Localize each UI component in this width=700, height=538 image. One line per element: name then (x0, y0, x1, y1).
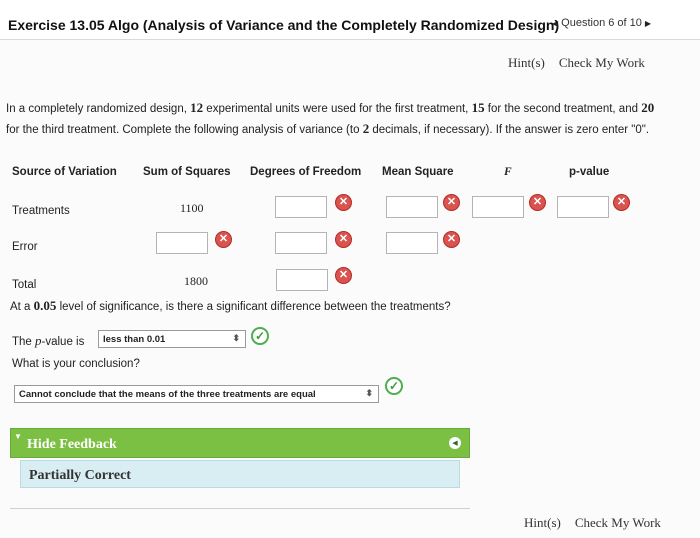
exercise-title: Exercise 13.05 Algo (Analysis of Varianc… (8, 17, 560, 33)
header-mean-square: Mean Square (382, 166, 454, 178)
treatments-df-input[interactable] (275, 196, 327, 218)
problem-text: In a completely randomized design, (6, 103, 191, 115)
error-df-input[interactable] (275, 232, 327, 254)
problem-statement: In a completely randomized design, 12 ex… (6, 98, 666, 140)
header-bar: Exercise 13.05 Algo (Analysis of Varianc… (0, 0, 700, 40)
error-ms-input[interactable] (386, 232, 438, 254)
triangle-down-icon: ▼ (14, 432, 22, 441)
check-my-work-link-top[interactable]: Check My Work (559, 55, 645, 70)
conclusion-select[interactable]: Cannot conclude that the means of the th… (14, 385, 379, 403)
incorrect-icon: ✕ (613, 194, 630, 211)
error-ss-input[interactable] (156, 232, 208, 254)
treatment3-units: 20 (641, 100, 655, 115)
feedback-status: Partially Correct (29, 468, 131, 483)
feedback-panel: Partially Correct (20, 460, 460, 488)
problem-text: decimals, if necessary). If the answer i… (369, 124, 636, 136)
hint-link-top[interactable]: Hint(s) (508, 55, 545, 70)
alpha-value: 0.05 (33, 298, 57, 313)
significance-question: At a 0.05 level of significance, is ther… (10, 298, 451, 314)
hint-link-bottom[interactable]: Hint(s) (524, 515, 561, 530)
feedback-indicator-icon: ◀ (449, 437, 461, 449)
row-label-total: Total (12, 279, 37, 291)
pvalue-prompt-text: The (12, 336, 36, 348)
select-arrows-icon: ⬍ (365, 388, 373, 398)
problem-text: for the second treatment, and (484, 103, 642, 115)
row-label-treatments: Treatments (12, 205, 70, 217)
conclusion-selected-option: Cannot conclude that the means of the th… (19, 388, 316, 400)
divider (10, 508, 470, 509)
question-position: Question 6 of 10 (561, 17, 642, 29)
header-sum-of-squares: Sum of Squares (143, 166, 231, 178)
incorrect-icon: ✕ (335, 194, 352, 211)
top-actions: Hint(s) Check My Work (508, 55, 645, 71)
row-label-error: Error (12, 241, 38, 253)
treatment2-units: 15 (471, 100, 485, 115)
check-my-work-link-bottom[interactable]: Check My Work (575, 515, 661, 530)
total-ss-value: 1800 (184, 274, 208, 288)
bottom-actions: Hint(s) Check My Work (524, 515, 661, 531)
p-value-input[interactable] (557, 196, 609, 218)
header-source: Source of Variation (12, 166, 117, 178)
incorrect-icon: ✕ (529, 194, 546, 211)
question-text: level of significance, is there a signif… (56, 301, 451, 313)
question-navigator: ◀ Question 6 of 10 ▶ (552, 17, 651, 29)
incorrect-icon: ✕ (443, 194, 460, 211)
incorrect-icon: ✕ (335, 231, 352, 248)
pvalue-select[interactable]: less than 0.01 ⬍ (98, 330, 246, 348)
f-input[interactable] (472, 196, 524, 218)
treatments-ms-input[interactable] (386, 196, 438, 218)
correct-check-icon: ✓ (251, 327, 269, 345)
select-arrows-icon: ⬍ (232, 333, 240, 343)
problem-text: for the third treatment. Complete the fo… (6, 124, 363, 136)
prev-question-icon[interactable]: ◀ (552, 19, 558, 28)
pvalue-prompt-text: -value is (41, 336, 85, 348)
header-p-value: p-value (569, 166, 610, 178)
problem-text: ". (641, 124, 650, 136)
incorrect-icon: ✕ (215, 231, 232, 248)
incorrect-icon: ✕ (335, 267, 352, 284)
correct-check-icon: ✓ (385, 377, 403, 395)
hide-feedback-label: Hide Feedback (27, 437, 117, 452)
header-degrees-of-freedom: Degrees of Freedom (250, 166, 362, 178)
next-question-icon[interactable]: ▶ (645, 19, 651, 28)
treatment1-units: 12 (190, 100, 204, 115)
pvalue-selected-option: less than 0.01 (103, 333, 166, 345)
hide-feedback-toggle[interactable]: ▼ Hide Feedback ◀ (10, 428, 470, 458)
conclusion-question: What is your conclusion? (12, 358, 140, 370)
problem-text: experimental units were used for the fir… (203, 103, 472, 115)
total-df-input[interactable] (276, 269, 328, 291)
question-text: At a (10, 301, 34, 313)
treatments-ss-value: 1100 (180, 201, 204, 215)
pvalue-prompt: The p-value is (12, 333, 84, 349)
header-f: F (504, 166, 512, 178)
incorrect-icon: ✕ (443, 231, 460, 248)
